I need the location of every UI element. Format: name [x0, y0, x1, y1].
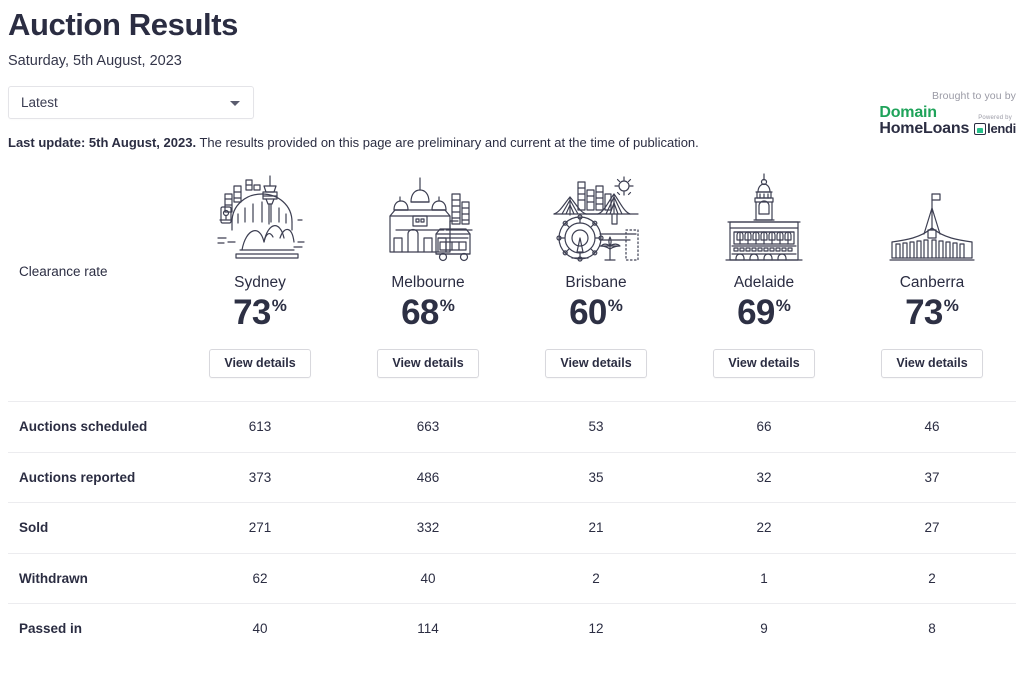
- cell-brisbane: 35: [588, 469, 604, 485]
- city-name: Adelaide: [733, 274, 795, 291]
- percent-sign: %: [439, 296, 455, 315]
- cell-melbourne: 40: [420, 570, 436, 586]
- page-date-subtitle: Saturday, 5th August, 2023: [8, 53, 182, 69]
- clearance-rate-value-melbourne: 68 %: [401, 294, 455, 332]
- clearance-rate-value-brisbane: 60 %: [569, 294, 623, 332]
- table-row: Sold 271 332 21 22 27: [8, 502, 1016, 553]
- adelaide-townhall-icon: [716, 172, 812, 264]
- cell-brisbane: 2: [592, 570, 600, 586]
- sponsor-logos: Domain HomeLoans Powered by lendi: [826, 105, 1016, 136]
- rate-number: 69: [737, 293, 775, 332]
- cell-adelaide: 1: [760, 570, 768, 586]
- auction-results-page: Auction Results Saturday, 5th August, 20…: [0, 0, 1024, 680]
- brisbane-skyline-icon: [548, 172, 644, 264]
- cell-adelaide: 66: [756, 419, 772, 435]
- sponsor-branding: Brought to you by Domain HomeLoans Power…: [826, 90, 1016, 136]
- clearance-rate-row-label: Clearance rate: [19, 263, 108, 279]
- cell-brisbane: 12: [588, 621, 604, 637]
- view-details-button-sydney[interactable]: View details: [209, 349, 311, 378]
- percent-sign: %: [271, 296, 287, 315]
- table-row: Auctions scheduled 613 663 53 66 46: [8, 401, 1016, 452]
- sydney-skyline-icon: [212, 172, 308, 264]
- domain-logo-line2: HomeLoans: [879, 119, 970, 137]
- clearance-rate-section: Clearance rate Sydney 73 % View details …: [8, 164, 1016, 378]
- results-period-select[interactable]: Latest: [8, 86, 254, 119]
- city-card-canberra: Canberra 73 % View details: [848, 164, 1016, 378]
- chevron-down-icon: [230, 100, 240, 106]
- clearance-rate-value-canberra: 73 %: [905, 294, 959, 332]
- row-label: Auctions scheduled: [19, 419, 148, 435]
- page-title: Auction Results: [8, 7, 238, 42]
- view-details-button-canberra[interactable]: View details: [881, 349, 983, 378]
- table-row: Withdrawn 62 40 2 1 2: [8, 552, 1016, 604]
- rate-number: 60: [569, 293, 607, 332]
- cell-adelaide: 22: [756, 520, 772, 536]
- clearance-rate-value-adelaide: 69 %: [737, 294, 791, 332]
- cell-canberra: 46: [924, 419, 940, 435]
- table-row: Passed in 40 114 12 9 8: [8, 603, 1016, 654]
- cell-canberra: 8: [928, 621, 936, 637]
- rate-number: 68: [401, 293, 439, 332]
- percent-sign: %: [943, 296, 959, 315]
- cell-canberra: 2: [928, 570, 936, 586]
- view-details-button-melbourne[interactable]: View details: [377, 349, 479, 378]
- row-label: Withdrawn: [19, 570, 88, 586]
- melbourne-skyline-icon: [380, 172, 476, 264]
- cell-brisbane: 21: [588, 520, 604, 536]
- rate-number: 73: [233, 293, 271, 332]
- cell-brisbane: 53: [588, 419, 604, 435]
- percent-sign: %: [607, 296, 623, 315]
- clearance-rate-value-sydney: 73 %: [233, 294, 287, 332]
- cell-sydney: 40: [252, 621, 268, 637]
- canberra-parliament-icon: [884, 172, 980, 264]
- city-name: Brisbane: [565, 274, 627, 291]
- cell-sydney: 62: [252, 570, 268, 586]
- auction-stats-table: Auctions scheduled 613 663 53 66 46 Auct…: [8, 401, 1016, 654]
- row-label: Passed in: [19, 621, 83, 637]
- last-update-disclaimer: The results provided on this page are pr…: [196, 135, 699, 150]
- city-name: Canberra: [899, 274, 965, 291]
- cell-sydney: 613: [248, 419, 272, 435]
- cell-adelaide: 9: [760, 621, 768, 637]
- cell-melbourne: 486: [416, 469, 440, 485]
- lendi-logo: Powered by lendi: [974, 114, 1016, 136]
- cell-melbourne: 332: [416, 520, 440, 536]
- city-name: Sydney: [234, 274, 286, 291]
- cell-sydney: 373: [248, 469, 272, 485]
- view-details-button-brisbane[interactable]: View details: [545, 349, 647, 378]
- view-details-button-adelaide[interactable]: View details: [713, 349, 815, 378]
- cell-adelaide: 32: [756, 469, 772, 485]
- brought-to-you-by-label: Brought to you by: [931, 90, 1016, 102]
- cell-melbourne: 114: [417, 621, 439, 637]
- city-name: Melbourne: [391, 274, 465, 291]
- row-label: Sold: [19, 520, 49, 536]
- percent-sign: %: [775, 296, 791, 315]
- cell-melbourne: 663: [416, 419, 440, 435]
- table-row: Auctions reported 373 486 35 32 37: [8, 451, 1016, 503]
- domain-home-loans-logo: Domain HomeLoans: [879, 105, 969, 136]
- last-update-date: Last update: 5th August, 2023.: [8, 135, 197, 150]
- city-card-melbourne: Melbourne 68 % View details: [344, 164, 512, 378]
- city-card-brisbane: Brisbane 60 % View details: [512, 164, 680, 378]
- cell-canberra: 37: [924, 469, 940, 485]
- rate-number: 73: [905, 293, 943, 332]
- lendi-wordmark: lendi: [974, 122, 1016, 136]
- cell-sydney: 271: [248, 520, 272, 536]
- domain-logo-line1: Domain: [879, 104, 937, 121]
- lendi-house-icon: [974, 123, 987, 135]
- results-period-selected-value: Latest: [21, 95, 58, 110]
- cell-canberra: 27: [924, 520, 940, 536]
- city-card-sydney: Sydney 73 % View details: [176, 164, 344, 378]
- lendi-name: lendi: [987, 121, 1016, 136]
- row-label: Auctions reported: [19, 469, 136, 485]
- city-card-adelaide: Adelaide 69 % View details: [680, 164, 848, 378]
